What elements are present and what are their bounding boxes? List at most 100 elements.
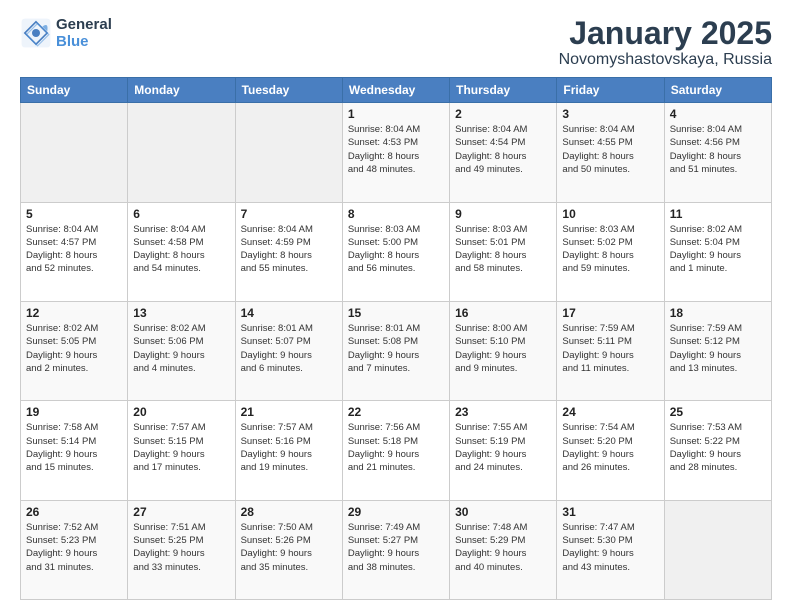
day-number: 20 [133,405,229,419]
calendar-day-cell: 29 Sunrise: 7:49 AM Sunset: 5:27 PM Dayli… [342,500,449,599]
calendar-day-cell [128,103,235,202]
day-info: Sunrise: 7:53 AM Sunset: 5:22 PM Dayligh… [670,421,766,474]
calendar-day-cell [235,103,342,202]
day-info: Sunrise: 7:48 AM Sunset: 5:29 PM Dayligh… [455,521,551,574]
day-number: 19 [26,405,122,419]
weekday-header-sunday: Sunday [21,78,128,103]
calendar-day-cell: 10Sunrise: 8:03 AM Sunset: 5:02 PM Dayli… [557,202,664,301]
page: General Blue January 2025 Novomyshastovs… [0,0,792,612]
calendar-day-cell: 30Sunrise: 7:48 AM Sunset: 5:29 PM Dayli… [450,500,557,599]
day-number: 22 [348,405,444,419]
calendar-day-cell: 17 Sunrise: 7:59 AM Sunset: 5:11 PM Dayli… [557,301,664,400]
calendar-week-row: 5 Sunrise: 8:04 AM Sunset: 4:57 PM Daylig… [21,202,772,301]
calendar-day-cell [21,103,128,202]
calendar-day-cell: 21 Sunrise: 7:57 AM Sunset: 5:16 PM Dayli… [235,401,342,500]
day-number: 27 [133,505,229,519]
day-number: 23 [455,405,551,419]
day-number: 4 [670,107,766,121]
calendar-day-cell: 9 Sunrise: 8:03 AM Sunset: 5:01 PM Daylig… [450,202,557,301]
day-number: 7 [241,207,337,221]
day-number: 18 [670,306,766,320]
calendar-day-cell: 19 Sunrise: 7:58 AM Sunset: 5:14 PM Dayli… [21,401,128,500]
calendar-day-cell [664,500,771,599]
calendar-week-row: 1Sunrise: 8:04 AM Sunset: 4:53 PM Daylig… [21,103,772,202]
day-number: 9 [455,207,551,221]
weekday-header-friday: Friday [557,78,664,103]
day-number: 12 [26,306,122,320]
day-info: Sunrise: 7:56 AM Sunset: 5:18 PM Dayligh… [348,421,444,474]
calendar-day-cell: 8Sunrise: 8:03 AM Sunset: 5:00 PM Daylig… [342,202,449,301]
day-info: Sunrise: 7:55 AM Sunset: 5:19 PM Dayligh… [455,421,551,474]
day-info: Sunrise: 7:49 AM Sunset: 5:27 PM Dayligh… [348,521,444,574]
day-number: 28 [241,505,337,519]
day-info: Sunrise: 8:01 AM Sunset: 5:08 PM Dayligh… [348,322,444,375]
weekday-header-thursday: Thursday [450,78,557,103]
day-number: 24 [562,405,658,419]
calendar-day-cell: 5 Sunrise: 8:04 AM Sunset: 4:57 PM Daylig… [21,202,128,301]
day-info: Sunrise: 8:04 AM Sunset: 4:54 PM Dayligh… [455,123,551,176]
calendar-week-row: 26 Sunrise: 7:52 AM Sunset: 5:23 PM Dayli… [21,500,772,599]
day-number: 21 [241,405,337,419]
calendar-day-cell: 22 Sunrise: 7:56 AM Sunset: 5:18 PM Dayli… [342,401,449,500]
day-number: 26 [26,505,122,519]
day-info: Sunrise: 7:57 AM Sunset: 5:16 PM Dayligh… [241,421,337,474]
calendar-day-cell: 18Sunrise: 7:59 AM Sunset: 5:12 PM Dayli… [664,301,771,400]
day-number: 25 [670,405,766,419]
day-number: 2 [455,107,551,121]
calendar-day-cell: 20 Sunrise: 7:57 AM Sunset: 5:15 PM Dayli… [128,401,235,500]
calendar-day-cell: 13 Sunrise: 8:02 AM Sunset: 5:06 PM Dayli… [128,301,235,400]
day-number: 17 [562,306,658,320]
day-number: 6 [133,207,229,221]
calendar-week-row: 12 Sunrise: 8:02 AM Sunset: 5:05 PM Dayli… [21,301,772,400]
title-block: January 2025 Novomyshastovskaya, Russia [559,16,772,69]
day-info: Sunrise: 8:04 AM Sunset: 4:57 PM Dayligh… [26,223,122,276]
day-info: Sunrise: 7:57 AM Sunset: 5:15 PM Dayligh… [133,421,229,474]
calendar-day-cell: 27Sunrise: 7:51 AM Sunset: 5:25 PM Dayli… [128,500,235,599]
day-info: Sunrise: 8:02 AM Sunset: 5:05 PM Dayligh… [26,322,122,375]
calendar-day-cell: 25 Sunrise: 7:53 AM Sunset: 5:22 PM Dayli… [664,401,771,500]
calendar-title: January 2025 [559,16,772,51]
calendar-subtitle: Novomyshastovskaya, Russia [559,51,772,69]
day-number: 13 [133,306,229,320]
calendar-day-cell: 11 Sunrise: 8:02 AM Sunset: 5:04 PM Dayli… [664,202,771,301]
day-number: 5 [26,207,122,221]
day-info: Sunrise: 7:52 AM Sunset: 5:23 PM Dayligh… [26,521,122,574]
day-info: Sunrise: 7:47 AM Sunset: 5:30 PM Dayligh… [562,521,658,574]
calendar-day-cell: 6 Sunrise: 8:04 AM Sunset: 4:58 PM Daylig… [128,202,235,301]
calendar-day-cell: 26 Sunrise: 7:52 AM Sunset: 5:23 PM Dayli… [21,500,128,599]
calendar-day-cell: 16Sunrise: 8:00 AM Sunset: 5:10 PM Dayli… [450,301,557,400]
day-number: 14 [241,306,337,320]
day-number: 8 [348,207,444,221]
day-info: Sunrise: 7:50 AM Sunset: 5:26 PM Dayligh… [241,521,337,574]
logo-icon [20,17,52,49]
logo-text: General Blue [56,16,112,51]
weekday-header-wednesday: Wednesday [342,78,449,103]
day-number: 29 [348,505,444,519]
calendar-day-cell: 7Sunrise: 8:04 AM Sunset: 4:59 PM Daylig… [235,202,342,301]
day-info: Sunrise: 8:01 AM Sunset: 5:07 PM Dayligh… [241,322,337,375]
calendar-day-cell: 23 Sunrise: 7:55 AM Sunset: 5:19 PM Dayli… [450,401,557,500]
day-info: Sunrise: 8:04 AM Sunset: 4:58 PM Dayligh… [133,223,229,276]
calendar-week-row: 19 Sunrise: 7:58 AM Sunset: 5:14 PM Dayli… [21,401,772,500]
day-number: 31 [562,505,658,519]
weekday-header-monday: Monday [128,78,235,103]
header: General Blue January 2025 Novomyshastovs… [20,16,772,69]
day-info: Sunrise: 7:54 AM Sunset: 5:20 PM Dayligh… [562,421,658,474]
day-info: Sunrise: 8:02 AM Sunset: 5:04 PM Dayligh… [670,223,766,276]
day-info: Sunrise: 8:04 AM Sunset: 4:53 PM Dayligh… [348,123,444,176]
day-info: Sunrise: 8:02 AM Sunset: 5:06 PM Dayligh… [133,322,229,375]
day-number: 16 [455,306,551,320]
weekday-header-row: SundayMondayTuesdayWednesdayThursdayFrid… [21,78,772,103]
day-info: Sunrise: 7:58 AM Sunset: 5:14 PM Dayligh… [26,421,122,474]
day-number: 3 [562,107,658,121]
day-info: Sunrise: 8:03 AM Sunset: 5:01 PM Dayligh… [455,223,551,276]
weekday-header-tuesday: Tuesday [235,78,342,103]
day-info: Sunrise: 7:59 AM Sunset: 5:11 PM Dayligh… [562,322,658,375]
weekday-header-saturday: Saturday [664,78,771,103]
calendar-day-cell: 14 Sunrise: 8:01 AM Sunset: 5:07 PM Dayli… [235,301,342,400]
day-number: 11 [670,207,766,221]
calendar-day-cell: 28 Sunrise: 7:50 AM Sunset: 5:26 PM Dayli… [235,500,342,599]
day-number: 15 [348,306,444,320]
calendar-day-cell: 1Sunrise: 8:04 AM Sunset: 4:53 PM Daylig… [342,103,449,202]
calendar-day-cell: 24 Sunrise: 7:54 AM Sunset: 5:20 PM Dayli… [557,401,664,500]
